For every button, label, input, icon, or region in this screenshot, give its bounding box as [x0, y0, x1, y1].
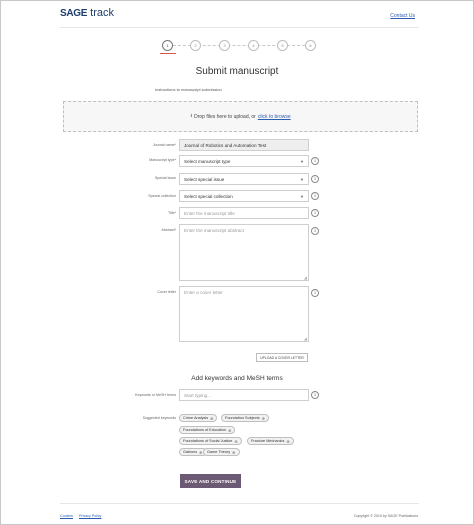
info-icon[interactable]: i	[311, 209, 319, 217]
drop-zone-text: Drop files here to upload, or	[194, 113, 256, 120]
keywords-section-title: Add keywords and MeSH terms	[191, 375, 283, 382]
save-and-continue-button[interactable]: SAVE AND CONTINUE	[180, 474, 241, 488]
cover-letter-label: Cover letter	[157, 290, 176, 294]
keyword-chip[interactable]: Foundations of Social Justice ⊕	[179, 437, 242, 445]
title-label: Title*	[167, 211, 176, 215]
keyword-chip-label: Foundation Subjects	[225, 416, 260, 420]
active-step-indicator	[160, 53, 176, 54]
chevron-down-icon: ▼	[300, 194, 304, 199]
keyword-chip-label: Foundations of Social Justice	[183, 439, 233, 443]
copyright-text: Copyright © 2019 by SAGE Publications	[353, 514, 418, 518]
manuscript-type-label: Manuscript type*	[149, 158, 176, 162]
manuscript-type-value: Select manuscript type	[184, 159, 231, 164]
keyword-chip-label: Foundations of Education	[183, 428, 227, 432]
upload-cover-letter-button[interactable]: UPLOAD A COVER LETTER	[256, 353, 308, 362]
keyword-chip-label: Game Theory	[207, 450, 231, 454]
abstract-textarea[interactable]: Enter the manuscript abstract ◢	[179, 224, 309, 281]
step-3[interactable]: 3	[219, 40, 230, 51]
add-icon: ⊕	[210, 415, 214, 421]
info-icon[interactable]: i	[311, 391, 319, 399]
keyword-chip-label: Crime Analysis	[183, 416, 209, 420]
click-to-browse-link[interactable]: click to browse	[258, 114, 291, 120]
cookies-link[interactable]: Cookies	[60, 514, 73, 518]
info-icon[interactable]: i	[311, 157, 319, 165]
keyword-chip-label: Gabions	[183, 450, 198, 454]
logo-product: track	[90, 7, 114, 19]
keyword-chip[interactable]: Game Theory ⊕	[203, 448, 240, 456]
info-icon[interactable]: i	[311, 175, 319, 183]
add-icon: ⊕	[234, 438, 238, 444]
keywords-input[interactable]: Start typing...	[179, 389, 309, 401]
step-5[interactable]: 5	[277, 40, 288, 51]
special-issue-select[interactable]: Select special issue ▼	[179, 173, 309, 185]
upload-icon: ⭳	[190, 112, 193, 119]
keyword-chip-label: Fracture Mechanics	[251, 439, 285, 443]
add-icon: ⊕	[286, 438, 290, 444]
instructions-text: Instructions to manuscript submission	[155, 87, 222, 92]
keyword-chip[interactable]: Foundation Subjects ⊕	[221, 414, 269, 422]
footer-links: Cookies Privacy Policy	[60, 514, 106, 518]
file-drop-zone[interactable]: ⭳ Drop files here to upload, or click to…	[63, 101, 418, 132]
page-title: Submit manuscript	[195, 66, 279, 77]
journal-name-label: Journal name*	[152, 143, 176, 147]
resize-handle-icon[interactable]: ◢	[304, 336, 307, 341]
keyword-chip[interactable]: Crime Analysis ⊕	[179, 414, 218, 422]
resize-handle-icon[interactable]: ◢	[304, 275, 307, 280]
privacy-policy-link[interactable]: Privacy Policy	[79, 514, 101, 518]
keyword-chip[interactable]: Fracture Mechanics ⊕	[247, 437, 294, 445]
special-collection-select[interactable]: Select special collection ▼	[179, 190, 309, 202]
manuscript-type-select[interactable]: Select manuscript type ▼	[179, 155, 309, 167]
progress-stepper: 1 2 3 4 5 6	[162, 40, 316, 54]
abstract-placeholder: Enter the manuscript abstract	[184, 228, 245, 233]
step-6[interactable]: 6	[305, 40, 316, 51]
top-bar: SAGE track Contact Us	[60, 5, 415, 25]
add-icon: ⊕	[261, 415, 265, 421]
abstract-label: Abstract*	[161, 228, 176, 232]
header-divider	[60, 27, 419, 28]
contact-us-link[interactable]: Contact Us	[390, 13, 415, 19]
add-icon: ⊕	[199, 449, 203, 455]
special-collection-value: Select special collection	[184, 194, 233, 199]
sage-track-logo[interactable]: SAGE track	[60, 7, 114, 19]
add-icon: ⊕	[232, 449, 236, 455]
keywords-label: Keywords or MeSH terms	[135, 393, 176, 397]
info-icon[interactable]: i	[311, 289, 319, 297]
title-input[interactable]: Enter the manuscript title	[179, 207, 309, 219]
chevron-down-icon: ▼	[300, 159, 304, 164]
step-2[interactable]: 2	[190, 40, 201, 51]
cover-letter-placeholder: Enter a cover letter	[184, 290, 223, 295]
info-icon[interactable]: i	[311, 192, 319, 200]
suggested-keywords-label: Suggested keywords	[142, 416, 176, 420]
special-collection-label: Special collection	[148, 194, 176, 198]
special-issue-label: Special issue	[154, 176, 176, 180]
step-4[interactable]: 4	[248, 40, 259, 51]
journal-name-field: Journal of Robotics and Automation Test	[179, 139, 309, 151]
step-1[interactable]: 1	[162, 40, 173, 51]
chevron-down-icon: ▼	[300, 177, 304, 182]
footer-divider	[60, 503, 419, 504]
add-icon: ⊕	[228, 427, 232, 433]
logo-brand: SAGE	[60, 8, 88, 19]
keyword-chip[interactable]: Foundations of Education ⊕	[179, 426, 236, 434]
info-icon[interactable]: i	[311, 227, 319, 235]
cover-letter-textarea[interactable]: Enter a cover letter ◢	[179, 286, 309, 342]
special-issue-value: Select special issue	[184, 177, 225, 182]
